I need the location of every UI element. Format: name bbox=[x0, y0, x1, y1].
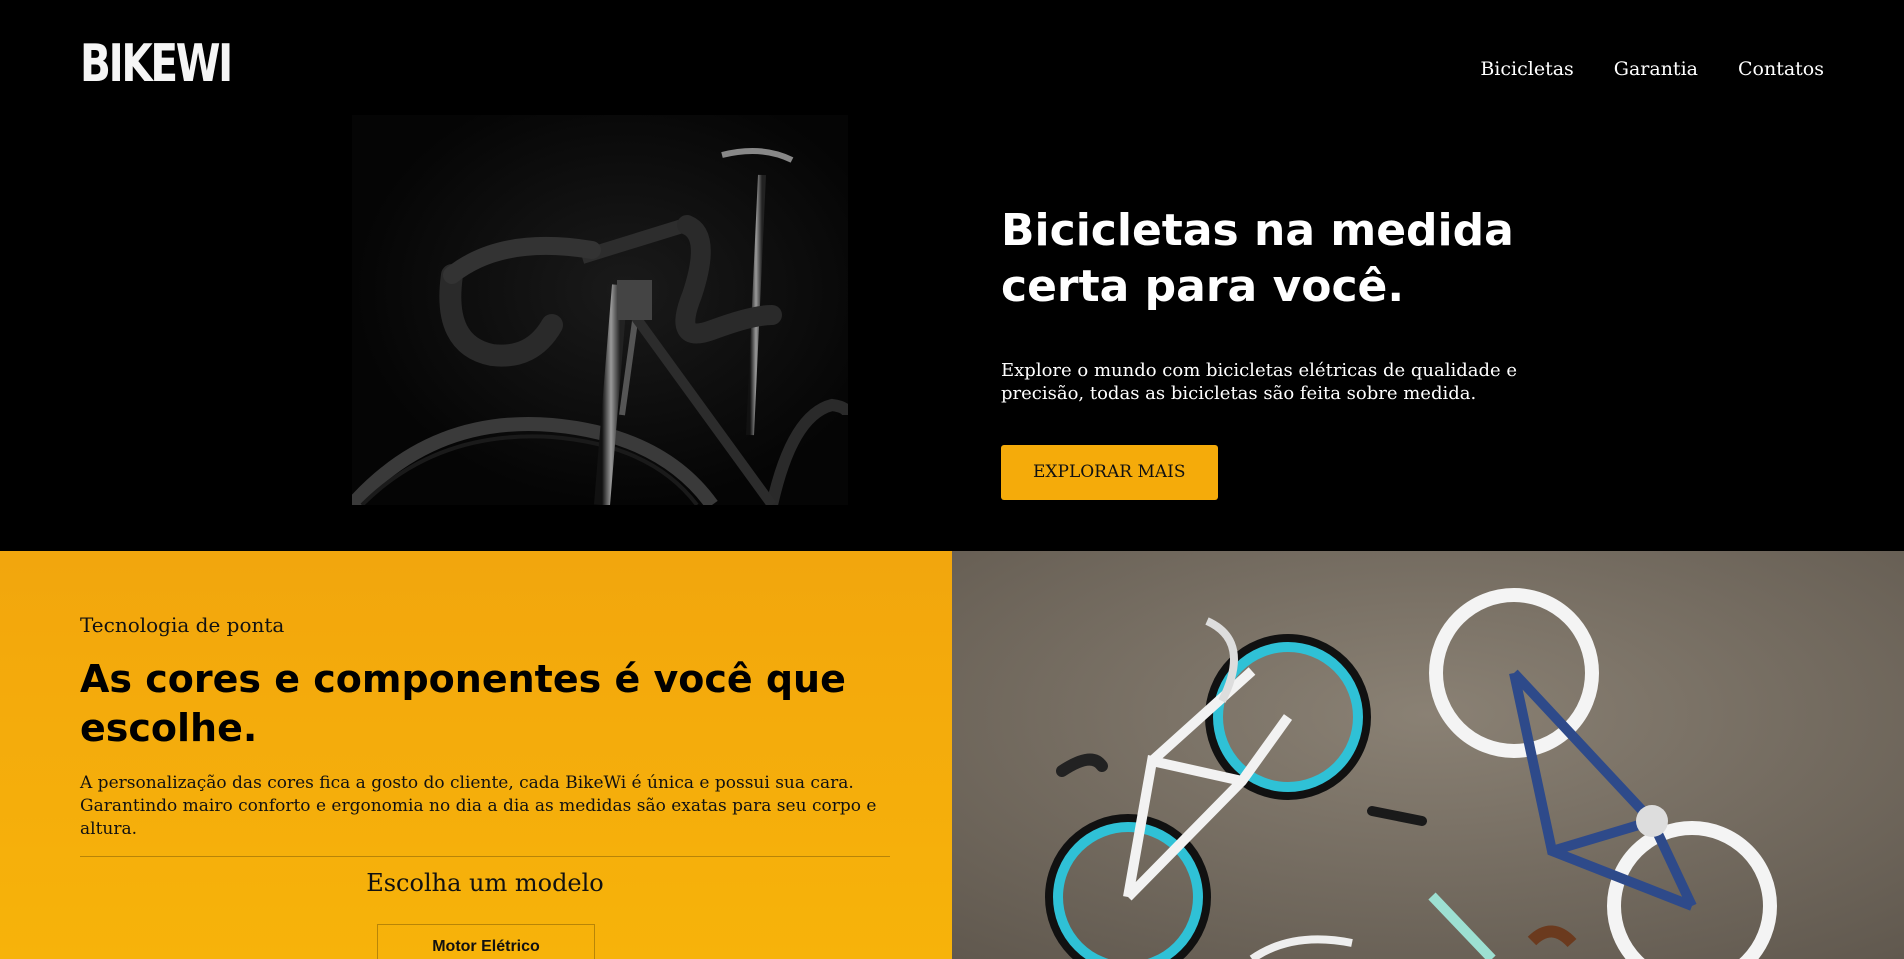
brand-logo[interactable]: BIKEWI bbox=[80, 38, 233, 90]
nav-item-contatos[interactable]: Contatos bbox=[1738, 58, 1824, 80]
feature-title: As cores e componentes é você que escolh… bbox=[80, 657, 846, 750]
bikes-photo bbox=[952, 551, 1904, 959]
site-header: BIKEWI Bicicletas Garantia Contatos bbox=[0, 0, 1904, 115]
hero-section: Bicicletas na medida certa para você. Ex… bbox=[0, 115, 1904, 551]
explore-more-button[interactable]: EXPLORAR MAIS bbox=[1001, 445, 1218, 500]
hero-title: Bicicletas na medida certa para você. bbox=[1001, 203, 1621, 315]
hero-text: Bicicletas na medida certa para você. Ex… bbox=[1001, 203, 1621, 500]
hero-title-line2: certa para você. bbox=[1001, 261, 1405, 312]
feature-section: Tecnologia de ponta As cores e component… bbox=[0, 551, 952, 959]
bike-photo-dark-icon bbox=[352, 148, 848, 505]
model-heading: Escolha um modelo bbox=[366, 869, 604, 897]
model-option-motor-eletrico[interactable]: Motor Elétrico bbox=[377, 924, 595, 959]
hero-description: Explore o mundo com bicicletas elétricas… bbox=[1001, 360, 1518, 404]
main-nav: Bicicletas Garantia Contatos bbox=[1480, 58, 1824, 80]
feature-divider bbox=[80, 856, 890, 857]
nav-item-garantia[interactable]: Garantia bbox=[1614, 58, 1698, 80]
feature-description: A personalização das cores fica a gosto … bbox=[80, 773, 877, 839]
hero-bike-image bbox=[352, 115, 848, 505]
feature-eyebrow: Tecnologia de ponta bbox=[80, 613, 285, 637]
hero-title-line1: Bicicletas na medida bbox=[1001, 205, 1514, 256]
bikes-on-sand-photo-icon bbox=[952, 551, 1904, 959]
nav-item-bicicletas[interactable]: Bicicletas bbox=[1480, 58, 1573, 80]
